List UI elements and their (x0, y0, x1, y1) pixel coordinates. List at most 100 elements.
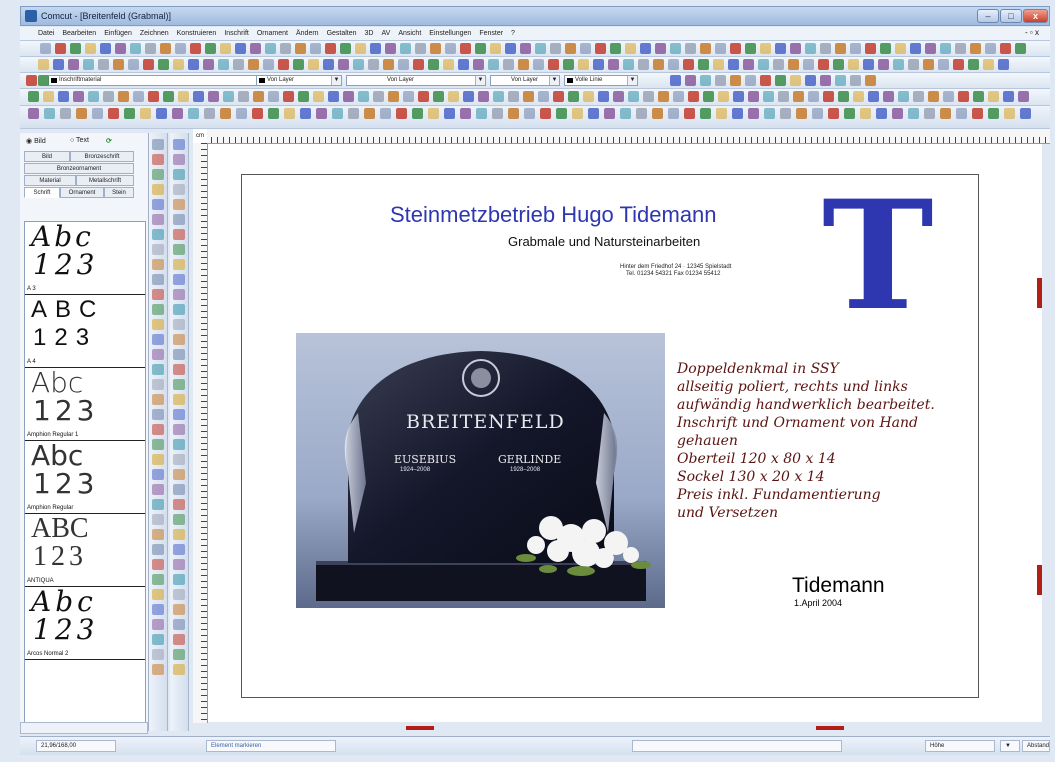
toolbar-icon[interactable] (745, 75, 756, 86)
toolbar-icon[interactable] (433, 91, 444, 102)
toolbar-icon[interactable] (383, 59, 394, 70)
toolbar-icon[interactable] (538, 91, 549, 102)
tool-icon[interactable] (173, 139, 185, 150)
toolbar-icon[interactable] (373, 91, 384, 102)
toolbar-icon[interactable] (715, 43, 726, 54)
toolbar-icon[interactable] (803, 59, 814, 70)
tool-icon[interactable] (173, 214, 185, 225)
toolbar-icon[interactable] (353, 59, 364, 70)
toolbar-icon[interactable] (805, 75, 816, 86)
toolbar-icon[interactable] (188, 108, 199, 119)
toolbar-icon[interactable] (700, 108, 711, 119)
toolbar-icon[interactable] (703, 91, 714, 102)
toolbar-icon[interactable] (568, 91, 579, 102)
toolbar-icon[interactable] (520, 43, 531, 54)
tab-metallschrift[interactable]: Metallschrift (76, 175, 134, 186)
toolbar-icon[interactable] (970, 43, 981, 54)
toolbar-icon[interactable] (223, 91, 234, 102)
toolbar-icon[interactable] (698, 59, 709, 70)
toolbar-icon[interactable] (973, 91, 984, 102)
toolbar-icon[interactable] (653, 59, 664, 70)
toolbar-icon[interactable] (310, 43, 321, 54)
tool-icon[interactable] (152, 289, 164, 300)
refresh-icon[interactable]: ⟳ (106, 137, 112, 145)
toolbar-icon[interactable] (316, 108, 327, 119)
toolbar-icon[interactable] (188, 59, 199, 70)
toolbar-icon[interactable] (808, 91, 819, 102)
tool-icon[interactable] (173, 334, 185, 345)
toolbar-icon[interactable] (793, 91, 804, 102)
menu-konstruieren[interactable]: Konstruieren (173, 27, 221, 40)
toolbar-icon[interactable] (563, 59, 574, 70)
radio-bild[interactable]: ◉ Bild (26, 137, 46, 145)
toolbar-icon[interactable] (780, 108, 791, 119)
toolbar-icon[interactable] (235, 43, 246, 54)
toolbar-icon[interactable] (368, 59, 379, 70)
toolbar-icon[interactable] (748, 91, 759, 102)
toolbar-icon[interactable] (445, 43, 456, 54)
tab-bronzeschrift[interactable]: Bronzeschrift (70, 151, 134, 162)
toolbar-icon[interactable] (928, 91, 939, 102)
tool-icon[interactable] (173, 259, 185, 270)
tool-icon[interactable] (152, 349, 164, 360)
toolbar-icon[interactable] (308, 59, 319, 70)
toolbar-icon[interactable] (398, 59, 409, 70)
toolbar-icon[interactable] (313, 91, 324, 102)
toolbar-icon[interactable] (968, 59, 979, 70)
toolbar-icon[interactable] (623, 59, 634, 70)
tool-icon[interactable] (152, 589, 164, 600)
tool-icon[interactable] (152, 409, 164, 420)
toolbar-icon[interactable] (533, 59, 544, 70)
toolbar-icon[interactable] (673, 91, 684, 102)
toolbar-icon[interactable] (640, 43, 651, 54)
toolbar-icon[interactable] (463, 91, 474, 102)
toolbar-icon[interactable] (548, 59, 559, 70)
toolbar-icon[interactable] (883, 91, 894, 102)
toolbar-icon[interactable] (715, 75, 726, 86)
company-logo[interactable]: T (822, 176, 934, 336)
tool-icon[interactable] (152, 649, 164, 660)
toolbar-icon[interactable] (655, 43, 666, 54)
toolbar-icon[interactable] (204, 108, 215, 119)
toolbar-icon[interactable] (284, 108, 295, 119)
toolbar-icon[interactable] (193, 91, 204, 102)
toolbar-icon[interactable] (588, 108, 599, 119)
font-list[interactable]: Abc 123 A 3 ABC 123 A 4 Abc 123 Amphion … (24, 221, 146, 723)
toolbar-icon[interactable] (278, 59, 289, 70)
toolbar-icon[interactable] (820, 43, 831, 54)
toolbar-icon[interactable] (718, 91, 729, 102)
toolbar-icon[interactable] (828, 108, 839, 119)
toolbar-icon[interactable] (508, 108, 519, 119)
tool-icon[interactable] (173, 649, 185, 660)
toolbar-icon[interactable] (298, 91, 309, 102)
tool-icon[interactable] (152, 559, 164, 570)
tool-icon[interactable] (173, 304, 185, 315)
toolbar-icon[interactable] (28, 108, 39, 119)
toolbar-icon[interactable] (476, 108, 487, 119)
toolbar-icon[interactable] (955, 43, 966, 54)
toolbar-icon[interactable] (733, 91, 744, 102)
toolbar-icon[interactable] (728, 59, 739, 70)
toolbar-icon[interactable] (263, 59, 274, 70)
toolbar-icon[interactable] (253, 91, 264, 102)
tool-icon[interactable] (173, 274, 185, 285)
linestyle-combo[interactable]: Volle Linie ▼ (564, 75, 638, 86)
tool-icon[interactable] (173, 154, 185, 165)
toolbar-icon[interactable] (860, 108, 871, 119)
toolbar-icon[interactable] (413, 59, 424, 70)
tool-icon[interactable] (173, 574, 185, 585)
toolbar-icon[interactable] (265, 43, 276, 54)
scroll-left-arrow-icon[interactable] (406, 726, 434, 730)
toolbar-icon[interactable] (972, 108, 983, 119)
tool-icon[interactable] (152, 304, 164, 315)
toolbar-icon[interactable] (958, 91, 969, 102)
toolbar-icon[interactable] (295, 43, 306, 54)
scroll-down-arrow-icon[interactable] (1037, 565, 1042, 595)
toolbar-icon[interactable] (1003, 91, 1014, 102)
snap-toolbar[interactable] (632, 740, 842, 752)
toolbar-icon[interactable] (652, 108, 663, 119)
toolbar-icon[interactable] (805, 43, 816, 54)
tool-icon[interactable] (173, 589, 185, 600)
toolbar-icon[interactable] (475, 43, 486, 54)
toolbar-icon[interactable] (128, 59, 139, 70)
